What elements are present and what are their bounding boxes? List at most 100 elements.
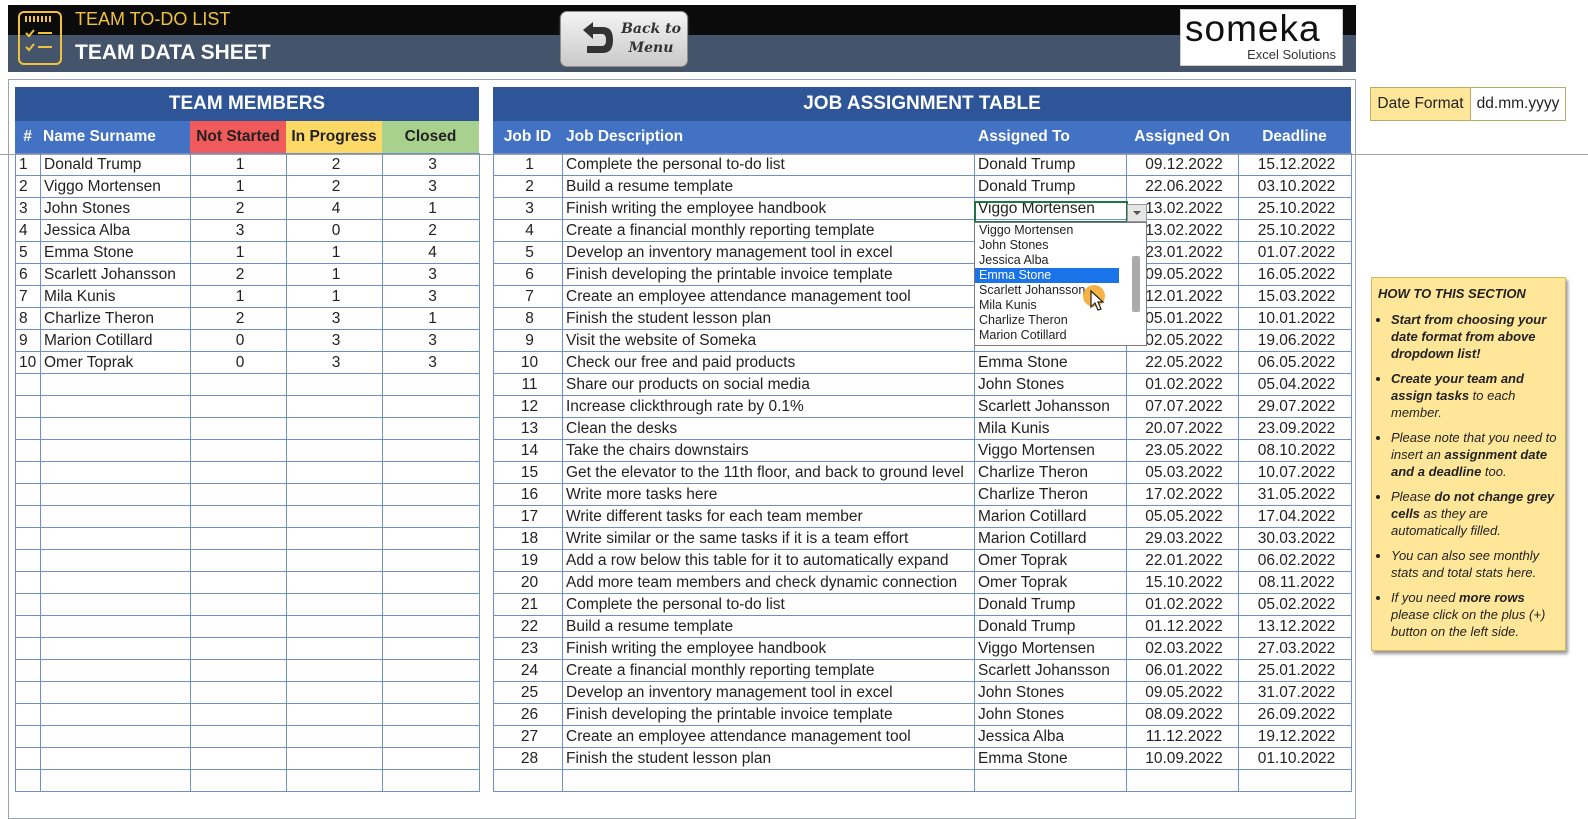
- job-id[interactable]: 15: [493, 461, 563, 484]
- in-progress-count[interactable]: 2: [286, 153, 383, 176]
- assigned-on[interactable]: 06.01.2022: [1126, 659, 1239, 682]
- deadline[interactable]: 03.10.2022: [1238, 175, 1352, 198]
- assigned-to[interactable]: Charlize Theron: [974, 483, 1127, 506]
- member-name[interactable]: [40, 417, 191, 440]
- back-to-menu-button[interactable]: Back to Menu: [560, 11, 688, 67]
- member-number[interactable]: [15, 461, 41, 484]
- assigned-to[interactable]: Viggo Mortensen: [974, 439, 1127, 462]
- deadline[interactable]: 31.05.2022: [1238, 483, 1352, 506]
- assigned-on[interactable]: 20.07.2022: [1126, 417, 1239, 440]
- closed-count[interactable]: 3: [382, 263, 480, 286]
- in-progress-count[interactable]: 3: [286, 307, 383, 330]
- date-format-select[interactable]: dd.mm.yyyy: [1470, 87, 1566, 121]
- in-progress-count[interactable]: [286, 747, 383, 770]
- not-started-count[interactable]: [190, 703, 287, 726]
- member-name[interactable]: Marion Cotillard: [40, 329, 191, 352]
- assigned-on[interactable]: 02.03.2022: [1126, 637, 1239, 660]
- member-number[interactable]: 6: [15, 263, 41, 286]
- assigned-on[interactable]: 01.02.2022: [1126, 373, 1239, 396]
- member-number[interactable]: [15, 725, 41, 748]
- job-description[interactable]: Write similar or the same tasks if it is…: [562, 527, 975, 550]
- closed-count[interactable]: 2: [382, 219, 480, 242]
- assigned-on[interactable]: 01.12.2022: [1126, 615, 1239, 638]
- member-number[interactable]: 4: [15, 219, 41, 242]
- not-started-count[interactable]: [190, 615, 287, 638]
- in-progress-count[interactable]: [286, 725, 383, 748]
- assigned-to[interactable]: Charlize Theron: [974, 461, 1127, 484]
- job-description[interactable]: Finish writing the employee handbook: [562, 197, 975, 220]
- deadline[interactable]: 05.02.2022: [1238, 593, 1352, 616]
- not-started-count[interactable]: [190, 373, 287, 396]
- job-id[interactable]: 11: [493, 373, 563, 396]
- member-number[interactable]: [15, 527, 41, 550]
- assigned-to[interactable]: Donald Trump: [974, 593, 1127, 616]
- member-name[interactable]: Charlize Theron: [40, 307, 191, 330]
- deadline[interactable]: 17.04.2022: [1238, 505, 1352, 528]
- assigned-to[interactable]: Jessica Alba: [974, 725, 1127, 748]
- deadline[interactable]: 25.01.2022: [1238, 659, 1352, 682]
- job-id[interactable]: 9: [493, 329, 563, 352]
- assigned-on[interactable]: 29.03.2022: [1126, 527, 1239, 550]
- in-progress-count[interactable]: [286, 461, 383, 484]
- member-number[interactable]: [15, 659, 41, 682]
- job-id[interactable]: 7: [493, 285, 563, 308]
- closed-count[interactable]: [382, 461, 480, 484]
- job-id[interactable]: 18: [493, 527, 563, 550]
- job-id[interactable]: 3: [493, 197, 563, 220]
- member-name[interactable]: [40, 659, 191, 682]
- dropdown-option[interactable]: Charlize Theron: [975, 313, 1119, 328]
- job-id[interactable]: 21: [493, 593, 563, 616]
- member-name[interactable]: [40, 483, 191, 506]
- job-description[interactable]: Create an employee attendance management…: [562, 285, 975, 308]
- job-description[interactable]: Add a row below this table for it to aut…: [562, 549, 975, 572]
- member-name[interactable]: Omer Toprak: [40, 351, 191, 374]
- not-started-count[interactable]: [190, 681, 287, 704]
- not-started-count[interactable]: [190, 769, 287, 792]
- deadline[interactable]: 19.12.2022: [1238, 725, 1352, 748]
- member-number[interactable]: [15, 681, 41, 704]
- member-number[interactable]: [15, 505, 41, 528]
- not-started-count[interactable]: [190, 571, 287, 594]
- member-name[interactable]: [40, 637, 191, 660]
- not-started-count[interactable]: 0: [190, 351, 287, 374]
- member-name[interactable]: Mila Kunis: [40, 285, 191, 308]
- assigned-on[interactable]: [1126, 769, 1239, 792]
- member-name[interactable]: Viggo Mortensen: [40, 175, 191, 198]
- closed-count[interactable]: [382, 659, 480, 682]
- closed-count[interactable]: [382, 505, 480, 528]
- closed-count[interactable]: [382, 593, 480, 616]
- job-description[interactable]: Visit the website of Someka: [562, 329, 975, 352]
- deadline[interactable]: 10.01.2022: [1238, 307, 1352, 330]
- job-id[interactable]: 25: [493, 681, 563, 704]
- closed-count[interactable]: [382, 681, 480, 704]
- closed-count[interactable]: 1: [382, 307, 480, 330]
- deadline[interactable]: 15.12.2022: [1238, 153, 1352, 176]
- deadline[interactable]: 01.10.2022: [1238, 747, 1352, 770]
- assigned-on[interactable]: 11.12.2022: [1126, 725, 1239, 748]
- member-number[interactable]: 3: [15, 197, 41, 220]
- deadline[interactable]: 05.04.2022: [1238, 373, 1352, 396]
- not-started-count[interactable]: 3: [190, 219, 287, 242]
- assigned-on[interactable]: 05.05.2022: [1126, 505, 1239, 528]
- in-progress-count[interactable]: [286, 769, 383, 792]
- deadline[interactable]: 08.11.2022: [1238, 571, 1352, 594]
- member-number[interactable]: 2: [15, 175, 41, 198]
- job-description[interactable]: Finish the student lesson plan: [562, 747, 975, 770]
- assigned-on[interactable]: 10.09.2022: [1126, 747, 1239, 770]
- deadline[interactable]: 06.02.2022: [1238, 549, 1352, 572]
- in-progress-count[interactable]: [286, 527, 383, 550]
- not-started-count[interactable]: 1: [190, 285, 287, 308]
- member-number[interactable]: [15, 439, 41, 462]
- closed-count[interactable]: 3: [382, 285, 480, 308]
- not-started-count[interactable]: 2: [190, 307, 287, 330]
- assigned-to[interactable]: Donald Trump: [974, 175, 1127, 198]
- assigned-to[interactable]: Marion Cotillard: [974, 505, 1127, 528]
- dropdown-option[interactable]: Marion Cotillard: [975, 328, 1119, 343]
- closed-count[interactable]: 3: [382, 329, 480, 352]
- in-progress-count[interactable]: [286, 373, 383, 396]
- assigned-on[interactable]: 22.06.2022: [1126, 175, 1239, 198]
- closed-count[interactable]: 3: [382, 153, 480, 176]
- member-name[interactable]: [40, 681, 191, 704]
- job-id[interactable]: 17: [493, 505, 563, 528]
- job-description[interactable]: Write different tasks for each team memb…: [562, 505, 975, 528]
